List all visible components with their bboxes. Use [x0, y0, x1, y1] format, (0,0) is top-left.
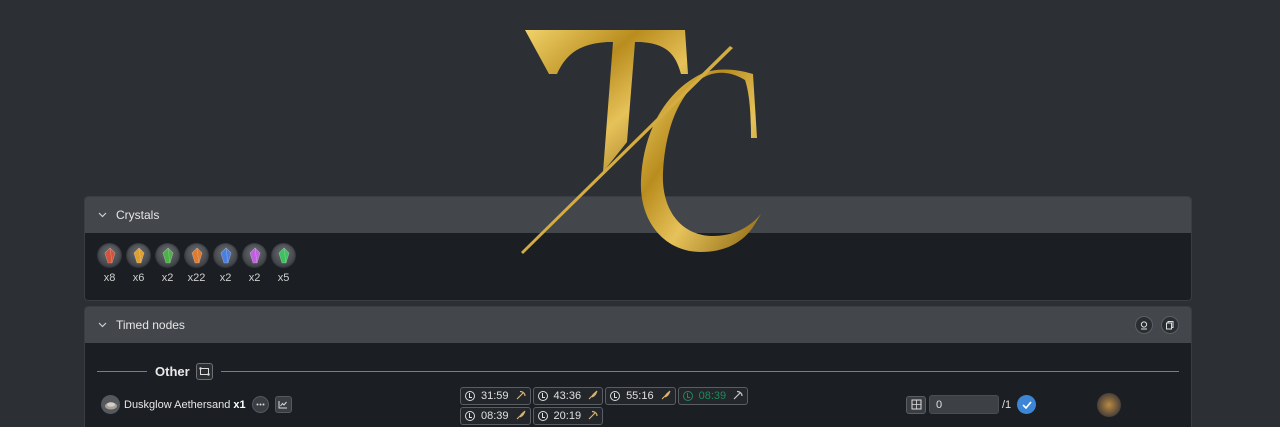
header-actions	[1135, 316, 1179, 334]
spawn-timer[interactable]: 20:19	[532, 407, 604, 425]
lightning-crystal-icon	[126, 243, 151, 268]
clock-icon	[610, 391, 621, 401]
spawn-timer[interactable]: 08:39	[460, 407, 531, 425]
check-icon	[1022, 400, 1032, 409]
done-amount-input[interactable]	[929, 395, 999, 414]
alarm-icon	[1140, 321, 1148, 330]
timer-time: 55:16	[626, 390, 654, 402]
clock-icon	[682, 391, 693, 401]
crystal-item[interactable]: x2	[242, 243, 267, 284]
clock-icon	[465, 391, 475, 401]
pickaxe-icon	[732, 390, 743, 403]
spawn-timer[interactable]: 43:36	[532, 387, 604, 405]
group-divider: Other	[97, 361, 1179, 381]
copy-icon	[1166, 321, 1174, 330]
aethersand-icon	[101, 395, 120, 414]
timed-nodes-panel: Timed nodes Other Duskglow Aethersand x1	[84, 306, 1192, 427]
fire-cluster-icon	[184, 243, 209, 268]
node-item: Duskglow Aethersand x1	[101, 395, 292, 414]
timer-time: 20:19	[553, 410, 582, 422]
crystal-count: x22	[187, 272, 206, 284]
fire-crystal-icon	[97, 243, 122, 268]
crystal-count: x2	[248, 272, 261, 284]
item-quantity: x1	[233, 398, 246, 411]
spawn-timers: 31:59 43:36 55:16 08:39 08:39 20:19	[460, 387, 760, 425]
tc-logo	[521, 30, 761, 254]
crystal-count: x5	[277, 272, 290, 284]
pickaxe-icon	[587, 410, 598, 423]
wind-crystal-icon	[155, 243, 180, 268]
crystal-item[interactable]: x22	[184, 243, 209, 284]
crystal-count: x2	[161, 272, 174, 284]
crystal-item[interactable]: x5	[271, 243, 296, 284]
sickle-icon	[515, 410, 526, 423]
chevron-down-icon	[97, 320, 107, 330]
timer-time: 08:39	[481, 410, 509, 422]
crystal-item[interactable]: x2	[213, 243, 238, 284]
crystal-count: x8	[103, 272, 116, 284]
more-options-button[interactable]	[251, 396, 269, 413]
ice-crystal-icon	[213, 243, 238, 268]
crystal-item[interactable]: x2	[155, 243, 180, 284]
sickle-icon	[587, 390, 598, 403]
node-location-icon[interactable]	[1097, 393, 1121, 417]
clock-icon	[537, 391, 548, 401]
divider-line	[97, 370, 147, 372]
crystal-item[interactable]: x6	[126, 243, 151, 284]
market-chart-button[interactable]	[274, 396, 292, 413]
item-name[interactable]: Duskglow Aethersand	[124, 399, 230, 411]
chevron-down-icon	[97, 210, 107, 220]
progress-controls: /1	[906, 395, 1037, 414]
complete-button[interactable]	[1017, 395, 1037, 414]
crystal-item[interactable]: x8	[97, 243, 122, 284]
chart-icon	[278, 401, 288, 409]
clock-icon	[537, 411, 548, 421]
clock-icon	[465, 411, 475, 421]
timed-nodes-header[interactable]: Timed nodes	[85, 307, 1191, 343]
sickle-icon	[660, 390, 671, 403]
spawn-timer[interactable]: 08:39	[677, 387, 749, 405]
crystal-count: x2	[219, 272, 232, 284]
route-icon	[198, 366, 210, 376]
pickaxe-icon	[515, 390, 526, 403]
group-route-button[interactable]	[195, 362, 213, 380]
crystals-title: Crystals	[116, 208, 160, 222]
timer-time: 08:39	[698, 390, 727, 402]
required-total: /1	[1002, 398, 1012, 411]
calculator-icon	[911, 399, 921, 410]
calculator-button[interactable]	[906, 395, 926, 414]
divider-line	[220, 370, 1179, 372]
spawn-timer[interactable]: 55:16	[605, 387, 676, 405]
wind-shard-icon	[271, 243, 296, 268]
crystal-count: x6	[132, 272, 145, 284]
copy-button[interactable]	[1161, 316, 1179, 334]
alarm-button[interactable]	[1135, 316, 1153, 334]
spawn-timer[interactable]: 31:59	[460, 387, 531, 405]
group-label: Other	[155, 363, 190, 379]
timed-nodes-title: Timed nodes	[116, 318, 185, 332]
earth-crystal-icon	[242, 243, 267, 268]
timer-time: 31:59	[481, 390, 509, 402]
timer-time: 43:36	[553, 390, 582, 402]
more-icon	[256, 403, 265, 406]
